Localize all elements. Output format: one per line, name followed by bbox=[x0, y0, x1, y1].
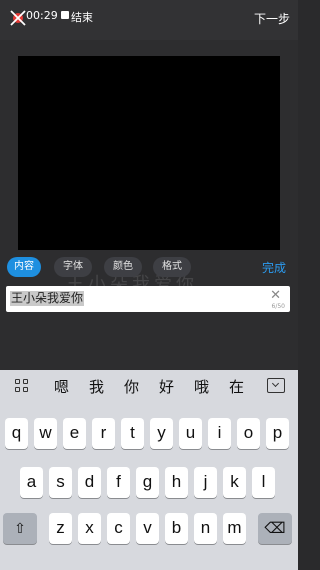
key-d[interactable]: d bbox=[78, 467, 101, 498]
key-g[interactable]: g bbox=[136, 467, 159, 498]
key-i[interactable]: i bbox=[208, 418, 231, 449]
key-r[interactable]: r bbox=[92, 418, 115, 449]
candidate-bar: 嗯 我 你 好 哦 在 bbox=[0, 370, 298, 402]
character-counter: 6/50 bbox=[271, 303, 285, 310]
key-t[interactable]: t bbox=[121, 418, 144, 449]
key-a[interactable]: a bbox=[20, 467, 43, 498]
key-k[interactable]: k bbox=[223, 467, 246, 498]
stop-recording-button[interactable]: 结束 bbox=[71, 9, 93, 25]
stop-icon[interactable] bbox=[61, 11, 69, 19]
key-o[interactable]: o bbox=[237, 418, 260, 449]
key-p[interactable]: p bbox=[266, 418, 289, 449]
key-e[interactable]: e bbox=[63, 418, 86, 449]
key-f[interactable]: f bbox=[107, 467, 130, 498]
video-preview[interactable] bbox=[18, 56, 280, 250]
key-l[interactable]: l bbox=[252, 467, 275, 498]
tab-font[interactable]: 字体 bbox=[54, 257, 92, 277]
key-m[interactable]: m bbox=[223, 513, 246, 544]
key-n[interactable]: n bbox=[194, 513, 217, 544]
backspace-key[interactable]: ⌫ bbox=[258, 513, 292, 544]
key-v[interactable]: v bbox=[136, 513, 159, 544]
tab-content[interactable]: 内容 bbox=[7, 257, 41, 277]
key-w[interactable]: w bbox=[34, 418, 57, 449]
done-button[interactable]: 完成 bbox=[262, 259, 286, 276]
key-c[interactable]: c bbox=[107, 513, 130, 544]
grid-menu-icon[interactable] bbox=[15, 379, 29, 393]
shift-key[interactable]: ⇧ bbox=[3, 513, 37, 544]
keyboard: 嗯 我 你 好 哦 在 q w e r t y u i o p a s d f … bbox=[0, 370, 298, 570]
candidate-word[interactable]: 嗯 bbox=[54, 376, 69, 397]
text-style-tabs: 内容 字体 颜色 格式 完成 bbox=[0, 254, 298, 280]
key-q[interactable]: q bbox=[5, 418, 28, 449]
clear-icon[interactable]: ✕ bbox=[270, 288, 281, 303]
key-y[interactable]: y bbox=[150, 418, 173, 449]
subtitle-text-field[interactable]: 王小朵我爱你 ✕ 6/50 bbox=[6, 286, 290, 312]
key-u[interactable]: u bbox=[179, 418, 202, 449]
recording-off-icon[interactable] bbox=[8, 8, 28, 28]
recording-timer: 00:29 bbox=[26, 9, 58, 22]
candidate-word[interactable]: 你 bbox=[124, 376, 139, 397]
tab-format[interactable]: 格式 bbox=[153, 257, 191, 277]
key-x[interactable]: x bbox=[78, 513, 101, 544]
candidate-word[interactable]: 我 bbox=[89, 376, 104, 397]
candidate-word[interactable]: 哦 bbox=[194, 376, 209, 397]
tab-color[interactable]: 颜色 bbox=[104, 257, 142, 277]
key-j[interactable]: j bbox=[194, 467, 217, 498]
key-b[interactable]: b bbox=[165, 513, 188, 544]
candidate-word[interactable]: 好 bbox=[159, 376, 174, 397]
key-z[interactable]: z bbox=[49, 513, 72, 544]
recording-bar: 00:29 结束 下一步 bbox=[0, 0, 298, 40]
key-s[interactable]: s bbox=[49, 467, 72, 498]
candidate-word[interactable]: 在 bbox=[229, 376, 244, 397]
next-step-button[interactable]: 下一步 bbox=[254, 10, 290, 27]
hide-keyboard-icon[interactable] bbox=[267, 378, 285, 393]
backspace-icon: ⌫ bbox=[264, 520, 286, 537]
subtitle-text-value: 王小朵我爱你 bbox=[10, 291, 85, 306]
shift-icon: ⇧ bbox=[14, 520, 26, 536]
key-h[interactable]: h bbox=[165, 467, 188, 498]
